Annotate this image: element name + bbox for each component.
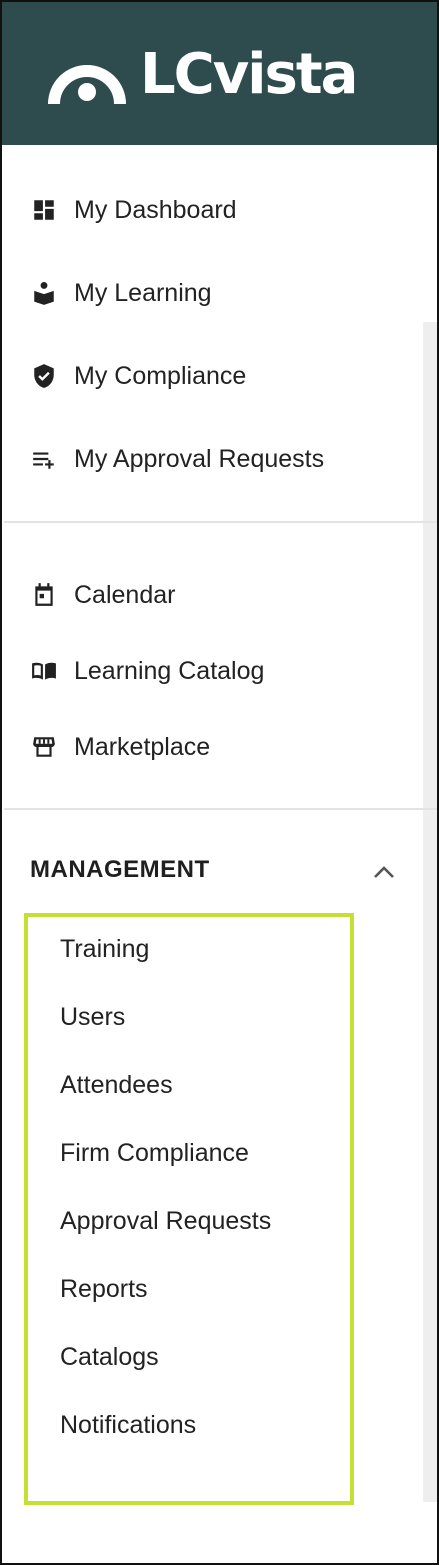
nav-divider bbox=[4, 521, 437, 523]
nav-label: My Learning bbox=[74, 278, 212, 307]
nav-item-learning-catalog[interactable]: Learning Catalog bbox=[30, 651, 264, 691]
shield-check-icon bbox=[30, 362, 58, 390]
management-section-title[interactable]: MANAGEMENT bbox=[30, 856, 210, 884]
nav-label: Marketplace bbox=[74, 732, 211, 761]
nav-item-my-compliance[interactable]: My Compliance bbox=[30, 356, 246, 396]
nav-label: My Dashboard bbox=[74, 195, 237, 224]
nav-item-marketplace[interactable]: Marketplace bbox=[30, 727, 210, 767]
lcvista-logo[interactable]: LCvista bbox=[48, 42, 358, 107]
storefront-icon bbox=[30, 733, 58, 761]
nav-item-my-dashboard[interactable]: My Dashboard bbox=[30, 190, 237, 230]
nav-label: My Approval Requests bbox=[74, 444, 325, 473]
nav-label: Learning Catalog bbox=[74, 656, 265, 685]
sidebar-panel: LCvista My Dashboard My Learning My Comp… bbox=[0, 0, 439, 1565]
management-item-catalogs[interactable]: Catalogs bbox=[60, 1343, 159, 1372]
nav-label: Calendar bbox=[74, 580, 176, 609]
scrollbar-track[interactable] bbox=[423, 322, 437, 1502]
nav-divider bbox=[4, 808, 437, 810]
management-item-training[interactable]: Training bbox=[60, 935, 149, 964]
logo-arch-icon bbox=[48, 65, 126, 104]
management-item-approval-requests[interactable]: Approval Requests bbox=[60, 1207, 271, 1236]
nav-item-my-learning[interactable]: My Learning bbox=[30, 273, 212, 313]
app-header: LCvista bbox=[2, 2, 437, 145]
nav-label: My Compliance bbox=[74, 361, 247, 390]
management-item-notifications[interactable]: Notifications bbox=[60, 1411, 196, 1440]
management-item-attendees[interactable]: Attendees bbox=[60, 1071, 173, 1100]
dashboard-icon bbox=[30, 196, 58, 224]
book-reader-icon bbox=[30, 279, 58, 307]
playlist-add-icon bbox=[30, 445, 58, 473]
management-item-reports[interactable]: Reports bbox=[60, 1275, 148, 1304]
management-item-users[interactable]: Users bbox=[60, 1003, 125, 1032]
open-book-icon bbox=[30, 657, 58, 685]
nav-item-my-approval-requests[interactable]: My Approval Requests bbox=[30, 439, 324, 479]
logo-text: LCvista bbox=[140, 42, 358, 107]
management-item-firm-compliance[interactable]: Firm Compliance bbox=[60, 1139, 249, 1168]
chevron-up-icon[interactable] bbox=[370, 860, 398, 884]
calendar-icon bbox=[30, 581, 58, 609]
nav-item-calendar[interactable]: Calendar bbox=[30, 575, 175, 615]
